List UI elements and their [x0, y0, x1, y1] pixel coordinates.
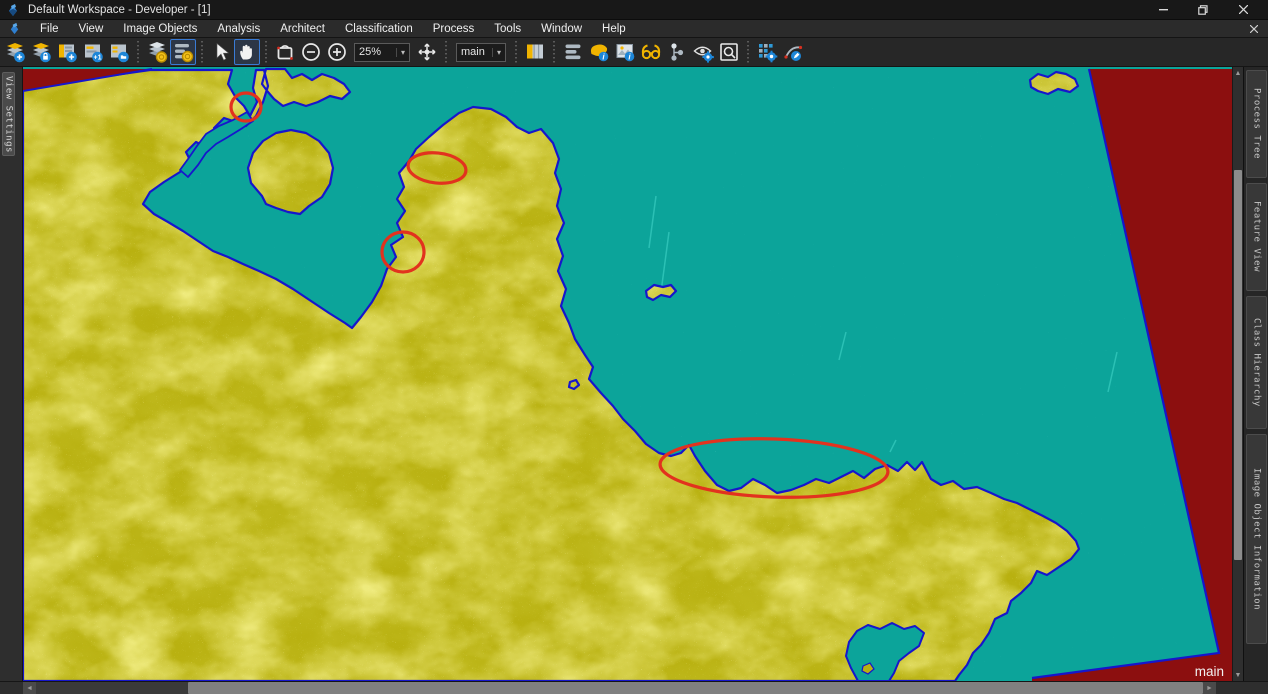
restore-button[interactable]: [1190, 2, 1216, 18]
tab-process-tree-label: Process Tree: [1252, 88, 1262, 159]
zoom-area-icon[interactable]: [272, 39, 298, 65]
tab-view-settings[interactable]: View Settings: [2, 72, 15, 156]
svg-text:+1: +1: [94, 55, 102, 62]
import-scene-icon[interactable]: +1: [80, 39, 106, 65]
vertical-scrollbar[interactable]: ▲ ▼: [1232, 67, 1243, 681]
document-icon: [8, 22, 21, 35]
create-project-icon[interactable]: [2, 39, 28, 65]
title-bar: Default Workspace - Developer - [1]: [0, 0, 1268, 20]
scroll-up-icon[interactable]: ▲: [1233, 67, 1243, 79]
lock-project-icon[interactable]: [28, 39, 54, 65]
horizontal-scroll-track[interactable]: [36, 682, 188, 694]
right-tab-strip: Process Tree Feature View Class Hierarch…: [1243, 67, 1268, 681]
vertical-scroll-thumb[interactable]: [1234, 170, 1242, 560]
menu-analysis[interactable]: Analysis: [207, 21, 270, 37]
tab-feature-view[interactable]: Feature View: [1246, 183, 1267, 291]
menu-file[interactable]: File: [30, 21, 69, 37]
chevron-down-icon: ▾: [396, 48, 405, 57]
menu-window[interactable]: Window: [531, 21, 592, 37]
zoom-level-combo[interactable]: 25% ▾: [354, 43, 410, 62]
menu-tools[interactable]: Tools: [484, 21, 531, 37]
viewer-pane-label: main: [1195, 664, 1224, 679]
eye-settings-icon[interactable]: [690, 39, 716, 65]
toolbar-separator: [444, 41, 448, 63]
horizontal-scrollbar[interactable]: ◄ ►: [0, 681, 1268, 694]
tab-feature-view-label: Feature View: [1252, 201, 1262, 272]
edit-polygons-icon[interactable]: [780, 39, 806, 65]
window-title: Default Workspace - Developer - [1]: [28, 4, 1150, 16]
tool-bar: +1: [0, 38, 1268, 67]
menu-help[interactable]: Help: [592, 21, 636, 37]
minimize-button[interactable]: [1150, 2, 1176, 18]
menu-bar: File View Image Objects Analysis Archite…: [0, 20, 1268, 38]
pan-icon[interactable]: [234, 39, 260, 65]
tab-class-hierarchy-label: Class Hierarchy: [1252, 318, 1262, 407]
toolbar-separator: [552, 41, 556, 63]
view-combo-value: main: [461, 46, 487, 58]
scroll-down-icon[interactable]: ▼: [1233, 669, 1243, 681]
view-combo[interactable]: main ▾: [456, 43, 506, 62]
close-document-icon[interactable]: [1250, 25, 1258, 33]
cursor-icon[interactable]: [208, 39, 234, 65]
tab-view-settings-label: View Settings: [4, 76, 14, 153]
add-scene-icon[interactable]: [54, 39, 80, 65]
toolbar-separator: [264, 41, 268, 63]
tab-class-hierarchy[interactable]: Class Hierarchy: [1246, 296, 1267, 429]
split-view-icon[interactable]: [522, 39, 548, 65]
menu-image-objects[interactable]: Image Objects: [113, 21, 207, 37]
menu-process[interactable]: Process: [423, 21, 485, 37]
classified-scene[interactable]: main: [23, 67, 1232, 681]
toolbar-separator: [136, 41, 140, 63]
app-logo-icon: [6, 3, 20, 17]
navigate-icon[interactable]: [414, 39, 440, 65]
scroll-right-icon[interactable]: ►: [1203, 682, 1216, 694]
toolbar-separator: [746, 41, 750, 63]
menu-view[interactable]: View: [69, 21, 114, 37]
close-button[interactable]: [1230, 2, 1256, 18]
scrollbar-corner: [1216, 682, 1268, 694]
menu-architect[interactable]: Architect: [270, 21, 335, 37]
menu-classification[interactable]: Classification: [335, 21, 423, 37]
tab-image-object-information[interactable]: Image Object Information: [1246, 434, 1267, 644]
pixel-view-info-icon[interactable]: i: [612, 39, 638, 65]
classification-view-icon[interactable]: i: [586, 39, 612, 65]
chevron-down-icon: ▾: [492, 48, 501, 57]
scrollbar-corner: [0, 682, 23, 694]
object-levels-icon[interactable]: [664, 39, 690, 65]
tab-image-object-information-label: Image Object Information: [1252, 468, 1262, 610]
layer-mixing-icon[interactable]: [144, 39, 170, 65]
app-window: Default Workspace - Developer - [1] File…: [0, 0, 1268, 694]
toolbar-separator: [200, 41, 204, 63]
horizontal-scroll-thumb[interactable]: [188, 682, 1203, 694]
vertical-scroll-track[interactable]: [1233, 79, 1243, 669]
zoom-out-icon[interactable]: [298, 39, 324, 65]
manage-variables-icon[interactable]: [754, 39, 780, 65]
map-viewer[interactable]: main: [23, 67, 1232, 681]
single-layer-rows-icon[interactable]: [560, 39, 586, 65]
toolbar-separator: [514, 41, 518, 63]
zoom-scene-icon[interactable]: [716, 39, 742, 65]
edit-layer-mixing-icon[interactable]: [170, 39, 196, 65]
menu-items: File View Image Objects Analysis Archite…: [30, 21, 636, 37]
left-tab-strip: View Settings: [0, 67, 23, 681]
show-objects-glasses-icon[interactable]: [638, 39, 664, 65]
content-area: View Settings: [0, 67, 1268, 681]
scroll-left-icon[interactable]: ◄: [23, 682, 36, 694]
open-project-icon[interactable]: [106, 39, 132, 65]
zoom-in-icon[interactable]: [324, 39, 350, 65]
tab-process-tree[interactable]: Process Tree: [1246, 70, 1267, 178]
zoom-level-value: 25%: [359, 46, 391, 58]
